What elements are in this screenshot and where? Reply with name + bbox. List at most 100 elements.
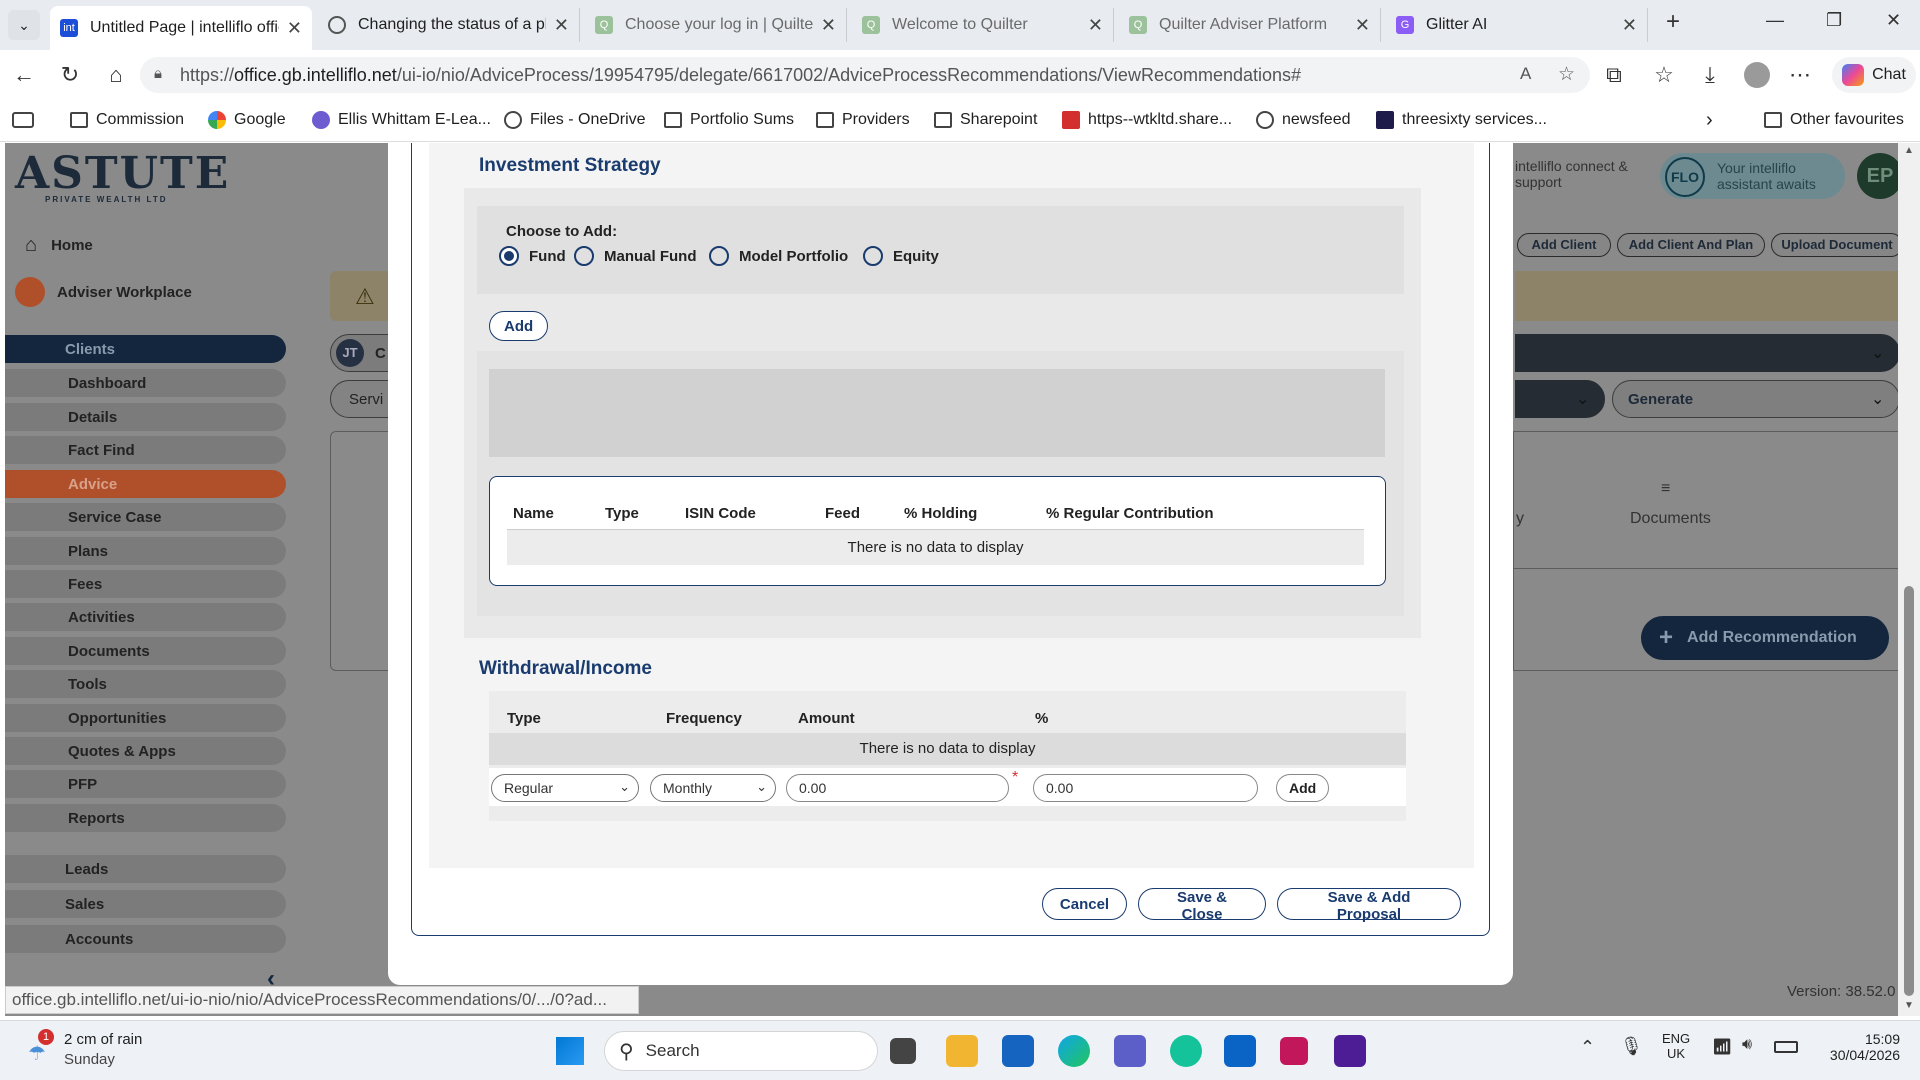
frequency-select[interactable]: Monthly ⌄ <box>650 774 776 802</box>
sidebar-item-documents[interactable]: Documents <box>5 637 286 665</box>
sidebar-item-home[interactable]: ⌂ Home <box>5 231 295 259</box>
sidebar-item-clients[interactable]: Clients <box>5 335 286 363</box>
bookmark-wtkltd[interactable]: https--wtkltd.share... <box>1062 111 1232 129</box>
sidebar-item-opportunities[interactable]: Opportunities <box>5 704 286 732</box>
sidebar-item-fact-find[interactable]: Fact Find <box>5 436 286 464</box>
bookmark-google[interactable]: Google <box>208 111 286 129</box>
bookmark-providers[interactable]: Providers <box>816 111 910 129</box>
close-window-icon[interactable]: ✕ <box>1886 10 1901 31</box>
tab-intelliflo[interactable]: int Untitled Page | intelliflo office ✕ <box>50 6 312 50</box>
bookmark-ellis-whittam[interactable]: Ellis Whittam E-Lea... <box>312 111 491 129</box>
sidebar-item-leads[interactable]: Leads <box>5 855 286 883</box>
wifi-icon[interactable]: 📶︎ <box>1712 1037 1732 1057</box>
add-recommendation-button[interactable]: + Add Recommendation <box>1641 616 1889 660</box>
url-field[interactable]: 🔒︎ https://office.gb.intelliflo.net/ui-i… <box>140 57 1590 93</box>
close-tab-icon[interactable]: ✕ <box>554 15 569 36</box>
tab-documents[interactable]: Documents <box>1630 510 1711 528</box>
close-tab-icon[interactable]: ✕ <box>287 18 302 39</box>
withdrawal-type-select[interactable]: Regular ⌄ <box>491 774 639 802</box>
profile-avatar[interactable] <box>1744 62 1770 88</box>
sidebar-item-accounts[interactable]: Accounts <box>5 925 286 953</box>
copilot-chat-button[interactable]: Chat <box>1832 57 1916 93</box>
tab-changing-status[interactable]: Changing the status of a plan ✕ <box>318 8 580 42</box>
volume-icon[interactable]: 🔊︎ <box>1742 1036 1752 1054</box>
stage-dropdown[interactable]: ⌄ <box>1515 380 1605 418</box>
favorites-icon[interactable]: ☆ <box>1650 62 1678 88</box>
language-indicator[interactable]: ENG UK <box>1662 1031 1690 1061</box>
radio-model-portfolio[interactable]: Model Portfolio <box>709 246 848 266</box>
windows-start-icon[interactable] <box>556 1037 584 1065</box>
radio-equity[interactable]: Equity <box>863 246 939 266</box>
tab-quilter-adviser[interactable]: Q Quilter Adviser Platform ✕ <box>1119 8 1381 42</box>
grammarly-icon[interactable] <box>1170 1035 1202 1067</box>
show-hidden-icons[interactable]: ⌃ <box>1580 1037 1595 1058</box>
extensions-icon[interactable]: ⧉ <box>1600 62 1628 88</box>
bookmark-onedrive[interactable]: Files - OneDrive <box>504 111 646 129</box>
radio-fund[interactable]: Fund <box>499 246 566 266</box>
collections-icon[interactable] <box>12 112 34 128</box>
page-scrollbar[interactable]: ▲ ▼ <box>1898 143 1920 1016</box>
cancel-button[interactable]: Cancel <box>1042 888 1127 920</box>
taskbar-search[interactable]: ⚲ Search <box>604 1031 878 1071</box>
outlook-icon[interactable] <box>1224 1035 1256 1067</box>
sidebar-item-sales[interactable]: Sales <box>5 890 286 918</box>
close-tab-icon[interactable]: ✕ <box>1355 15 1370 36</box>
sidebar-item-dashboard[interactable]: Dashboard <box>5 369 286 397</box>
scroll-up-icon[interactable]: ▲ <box>1904 145 1914 156</box>
sidebar-item-adviser-workplace[interactable]: Adviser Workplace <box>5 275 295 309</box>
favorite-star-icon[interactable]: ☆ <box>1558 63 1575 86</box>
minimize-icon[interactable]: — <box>1766 10 1784 31</box>
weather-widget[interactable]: ☂ 1 <box>24 1029 54 1065</box>
clock[interactable]: 15:09 30/04/2026 <box>1820 1031 1900 1063</box>
save-add-proposal-button[interactable]: Save & Add Proposal <box>1277 888 1461 923</box>
bookmark-sharepoint[interactable]: Sharepoint <box>934 111 1037 129</box>
amount-input[interactable]: 0.00 <box>786 774 1009 802</box>
scroll-down-icon[interactable]: ▼ <box>1904 1000 1914 1011</box>
file-explorer-icon[interactable] <box>946 1035 978 1067</box>
add-client-button[interactable]: Add Client <box>1517 233 1611 257</box>
bookmark-threesixty[interactable]: threesixty services... <box>1376 111 1547 129</box>
flo-assistant-button[interactable]: FLO Your intelliflo assistant awaits <box>1660 153 1845 199</box>
close-tab-icon[interactable]: ✕ <box>1622 15 1637 36</box>
tab-glitter-ai[interactable]: G Glitter AI ✕ <box>1386 8 1648 42</box>
bookmark-newsfeed[interactable]: newsfeed <box>1256 111 1351 129</box>
new-tab-icon[interactable]: + <box>1666 8 1680 36</box>
upload-document-button[interactable]: Upload Document <box>1771 233 1900 257</box>
bookmark-other-favourites[interactable]: Other favourites <box>1764 111 1904 129</box>
more-menu-icon[interactable]: ⋯ <box>1786 62 1814 88</box>
user-avatar[interactable]: EP <box>1857 153 1900 199</box>
bookmark-commission[interactable]: Commission <box>70 111 184 129</box>
bookmarks-overflow-icon[interactable]: › <box>1706 109 1713 132</box>
back-icon[interactable]: ← <box>10 62 38 88</box>
close-tab-icon[interactable]: ✕ <box>1088 15 1103 36</box>
sidebar-item-plans[interactable]: Plans <box>5 537 286 565</box>
sidebar-item-service-case[interactable]: Service Case <box>5 503 286 531</box>
sidebar-item-pfp[interactable]: PFP <box>5 770 286 798</box>
home-icon[interactable]: ⌂ <box>102 62 130 88</box>
client-dropdown-bar[interactable]: ⌄ <box>1515 334 1900 372</box>
store-icon[interactable] <box>1002 1035 1034 1067</box>
sidebar-item-quotes-apps[interactable]: Quotes & Apps <box>5 737 286 765</box>
refresh-icon[interactable]: ↻ <box>56 62 84 88</box>
task-view-icon[interactable] <box>890 1038 916 1064</box>
generate-dropdown[interactable]: Generate ⌄ <box>1612 380 1900 418</box>
sidebar-item-details[interactable]: Details <box>5 403 286 431</box>
snipping-tool-icon[interactable] <box>1280 1037 1308 1065</box>
close-tab-icon[interactable]: ✕ <box>821 15 836 36</box>
bookmark-portfolio-sums[interactable]: Portfolio Sums <box>664 111 794 129</box>
edge-icon[interactable] <box>1058 1035 1090 1067</box>
sidebar-item-tools[interactable]: Tools <box>5 670 286 698</box>
radio-manual-fund[interactable]: Manual Fund <box>574 246 697 266</box>
sidebar-item-advice[interactable]: Advice <box>5 470 286 498</box>
battery-icon[interactable] <box>1774 1041 1798 1053</box>
add-investment-button[interactable]: Add <box>489 311 549 341</box>
add-withdrawal-button[interactable]: Add <box>1276 774 1330 802</box>
read-aloud-icon[interactable]: A <box>1520 64 1531 84</box>
microphone-icon[interactable]: 🎙︎ <box>1620 1036 1643 1057</box>
percent-input[interactable]: 0.00 <box>1033 774 1258 802</box>
sidebar-item-activities[interactable]: Activities <box>5 603 286 631</box>
restore-icon[interactable]: ❐ <box>1826 10 1842 31</box>
sidebar-item-reports[interactable]: Reports <box>5 804 286 832</box>
scrollbar-thumb[interactable] <box>1904 586 1914 996</box>
tab-quilter-login[interactable]: Q Choose your log in | Quilter ✕ <box>585 8 847 42</box>
